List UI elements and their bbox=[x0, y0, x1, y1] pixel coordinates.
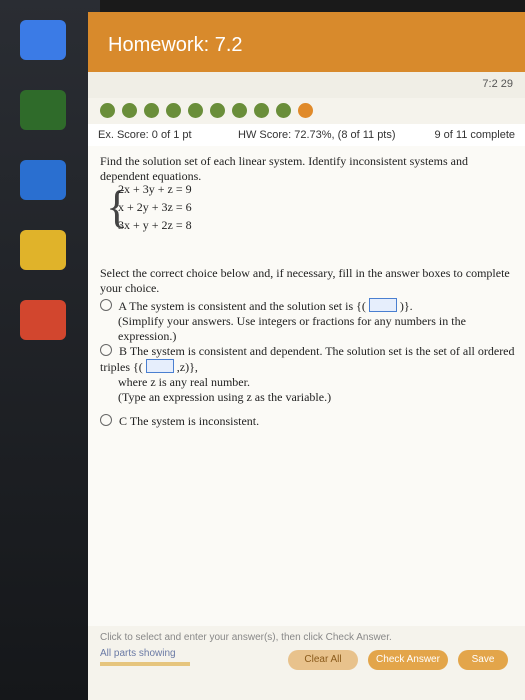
radio-a[interactable] bbox=[100, 299, 112, 311]
equation-system: 2x + 3y + z = 9 x + 2y + 3z = 6 3x + y +… bbox=[118, 180, 192, 234]
question-dot[interactable] bbox=[144, 103, 159, 118]
app-icon[interactable] bbox=[20, 90, 66, 130]
question-dot[interactable] bbox=[100, 103, 115, 118]
choice-c-text: The system is inconsistent. bbox=[129, 414, 260, 428]
clear-all-button[interactable]: Clear All bbox=[288, 650, 358, 670]
footer-hint: Click to select and enter your answer(s)… bbox=[100, 632, 392, 643]
equation-2: x + 2y + 3z = 6 bbox=[118, 200, 192, 214]
app-icon[interactable] bbox=[20, 20, 66, 60]
question-dot[interactable] bbox=[232, 103, 247, 118]
footer: Click to select and enter your answer(s)… bbox=[88, 626, 525, 700]
question-dot-current[interactable] bbox=[298, 103, 313, 118]
answer-box[interactable] bbox=[145, 359, 174, 373]
taskbar bbox=[0, 0, 100, 700]
subheader: 7:2 29 bbox=[88, 72, 525, 98]
radio-c[interactable] bbox=[100, 414, 112, 426]
choice-a[interactable]: A The system is consistent and the solut… bbox=[100, 298, 515, 344]
choice-b-note2: (Type an expression using z as the varia… bbox=[118, 390, 332, 404]
question-dot[interactable] bbox=[188, 103, 203, 118]
choice-c-letter: C bbox=[119, 414, 128, 428]
choice-c[interactable]: C The system is inconsistent. bbox=[100, 414, 515, 429]
due-time: 7:2 29 bbox=[482, 78, 513, 90]
ex-score: Ex. Score: 0 of 1 pt bbox=[98, 129, 192, 141]
radio-b[interactable] bbox=[100, 344, 112, 356]
chrome-icon[interactable] bbox=[20, 230, 66, 270]
choice-b-note: where z is any real number. bbox=[118, 375, 250, 389]
choice-a-text2: )}. bbox=[399, 299, 413, 313]
parts-bar bbox=[100, 662, 190, 666]
save-button[interactable]: Save bbox=[458, 650, 508, 670]
choice-b-letter: B bbox=[119, 344, 128, 358]
question-dot[interactable] bbox=[122, 103, 137, 118]
progress-text: 9 of 11 complete bbox=[434, 129, 515, 141]
equation-3: 3x + y + 2z = 8 bbox=[118, 218, 192, 232]
choice-b[interactable]: B The system is consistent and dependent… bbox=[100, 344, 515, 405]
check-answer-button[interactable]: Check Answer bbox=[368, 650, 448, 670]
question-content: Find the solution set of each linear sys… bbox=[88, 146, 525, 626]
choice-a-letter: A bbox=[118, 299, 127, 313]
ppt-icon[interactable] bbox=[20, 300, 66, 340]
score-bar: Ex. Score: 0 of 1 pt HW Score: 72.73%, (… bbox=[88, 124, 525, 147]
question-dot[interactable] bbox=[254, 103, 269, 118]
ie-icon[interactable] bbox=[20, 160, 66, 200]
browser-window: Homework: 7.2 7:2 29 Ex. Score: 0 of 1 p… bbox=[88, 12, 525, 700]
choice-b-text2: ,z)}, bbox=[176, 360, 198, 374]
question-dot[interactable] bbox=[276, 103, 291, 118]
question-nav bbox=[88, 98, 525, 125]
instructions: Select the correct choice below and, if … bbox=[100, 266, 510, 295]
question-dot[interactable] bbox=[166, 103, 181, 118]
title-bar: Homework: 7.2 bbox=[88, 12, 525, 72]
answer-box[interactable] bbox=[368, 298, 397, 312]
choice-a-text: The system is consistent and the solutio… bbox=[129, 299, 366, 313]
hw-score: HW Score: 72.73%, (8 of 11 pts) bbox=[238, 129, 396, 141]
choice-a-note: (Simplify your answers. Use integers or … bbox=[118, 314, 466, 343]
question-dot[interactable] bbox=[210, 103, 225, 118]
parts-showing[interactable]: All parts showing bbox=[100, 648, 176, 659]
page-title: Homework: 7.2 bbox=[108, 34, 243, 56]
equation-1: 2x + 3y + z = 9 bbox=[118, 182, 192, 196]
